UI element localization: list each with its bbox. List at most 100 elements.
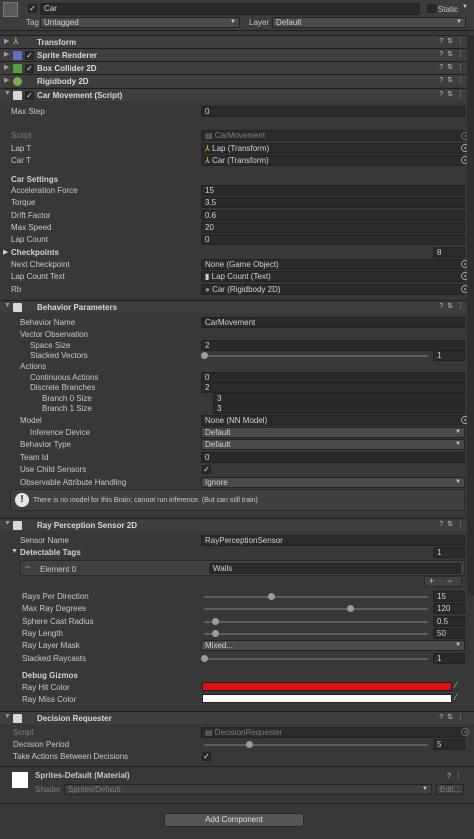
component-menu-icons[interactable]: ?⇅⋮ xyxy=(439,63,468,71)
detectable-tags-label[interactable]: Detectable Tags xyxy=(20,547,81,558)
ray-perception-header[interactable]: ▼ Ray Perception Sensor 2D ?⇅⋮ xyxy=(0,518,474,531)
decision-period-field[interactable]: 5 xyxy=(433,739,465,750)
sprite-renderer-enabled-checkbox[interactable]: ✓ xyxy=(25,51,34,60)
ray-hit-color-swatch[interactable] xyxy=(202,682,452,691)
ray-length-slider[interactable] xyxy=(204,633,428,635)
object-picker-icon[interactable] xyxy=(461,728,469,736)
space-size-field[interactable]: 2 xyxy=(201,340,465,351)
fold-arrow-icon[interactable]: ▶ xyxy=(4,37,9,45)
shader-edit-button[interactable]: Edit... xyxy=(436,784,464,795)
inference-device-dropdown[interactable]: Default ▼ xyxy=(201,427,465,438)
transform-header[interactable]: ▶ ⅄ Transform ?⇅⋮ xyxy=(0,35,474,48)
model-field[interactable]: None (NN Model) xyxy=(201,415,465,426)
rigidbody-header[interactable]: ▶ Rigidbody 2D ?⇅⋮ xyxy=(0,74,474,87)
material-menu-icons[interactable]: ?⋮ xyxy=(447,772,466,780)
sprite-renderer-header[interactable]: ▶ ✓ Sprite Renderer ?⇅⋮ xyxy=(0,48,474,61)
layer-dropdown[interactable]: Default ▼ xyxy=(272,17,466,28)
use-child-sensors-checkbox[interactable]: ✓ xyxy=(202,465,211,474)
component-menu-icons[interactable]: ?⇅⋮ xyxy=(439,713,468,721)
fold-arrow-icon[interactable]: ▶ xyxy=(4,50,9,58)
stacked-vectors-slider[interactable] xyxy=(204,355,428,357)
discrete-branches-field[interactable]: 2 xyxy=(201,382,465,393)
next-checkpoint-field[interactable]: None (Game Object) xyxy=(201,259,465,270)
ray-layer-mask-dropdown[interactable]: Mixed... ▼ xyxy=(201,640,465,651)
ray-miss-color-swatch[interactable] xyxy=(202,694,452,703)
decision-requester-header[interactable]: ▼ Decision Requester ?⇅⋮ xyxy=(0,711,474,724)
branch-1-size-field[interactable]: 3 xyxy=(213,403,465,414)
static-dropdown-icon[interactable]: ▼ xyxy=(462,4,468,10)
rays-per-direction-slider-thumb[interactable] xyxy=(268,593,276,600)
checkpoints-count-field[interactable]: 8 xyxy=(433,247,465,258)
team-id-field[interactable]: 0 xyxy=(201,452,465,463)
sphere-cast-radius-field[interactable]: 0.5 xyxy=(433,616,465,627)
fold-arrow-icon[interactable]: ▼ xyxy=(4,520,11,527)
rb-field[interactable]: ● Car (Rigidbody 2D) xyxy=(201,284,465,295)
eyedropper-icon[interactable]: ⁄ xyxy=(455,681,456,690)
sphere-cast-radius-slider[interactable] xyxy=(204,621,428,623)
remove-element-button[interactable]: − xyxy=(447,577,452,586)
box-collider-header[interactable]: ▶ ✓ Box Collider 2D ?⇅⋮ xyxy=(0,61,474,74)
rays-per-direction-slider[interactable] xyxy=(204,596,428,598)
accel-field[interactable]: 15 xyxy=(201,185,465,196)
max-ray-degrees-slider-thumb[interactable] xyxy=(346,605,354,612)
max-ray-degrees-slider[interactable] xyxy=(204,608,428,610)
lap-t-field[interactable]: ⅄ Lap (Transform) xyxy=(201,143,465,154)
car-movement-enabled-checkbox[interactable]: ✓ xyxy=(25,91,34,100)
max-step-field[interactable]: 0 xyxy=(201,106,465,117)
stacked-vectors-label: Stacked Vectors xyxy=(30,351,88,360)
add-element-button[interactable]: + xyxy=(429,577,434,586)
ray-length-field[interactable]: 50 xyxy=(433,628,465,639)
lap-count-field[interactable]: 0 xyxy=(201,234,465,245)
tag-dropdown[interactable]: Untagged ▼ xyxy=(40,17,240,28)
take-actions-checkbox[interactable]: ✓ xyxy=(202,752,211,761)
decision-period-slider-thumb[interactable] xyxy=(245,741,253,748)
sphere-cast-radius-slider-thumb[interactable] xyxy=(212,618,220,625)
behavior-type-value: Default xyxy=(205,440,231,449)
fold-arrow-icon[interactable]: ▶ xyxy=(4,76,9,84)
checkpoints-label[interactable]: Checkpoints xyxy=(11,247,59,258)
name-field[interactable]: Car xyxy=(40,3,420,15)
add-component-button[interactable]: Add Component xyxy=(164,813,304,827)
scrollbar[interactable] xyxy=(467,35,474,595)
behavior-parameters-header[interactable]: ▼ Behavior Parameters ?⇅⋮ xyxy=(0,300,474,313)
component-menu-icons[interactable]: ?⇅⋮ xyxy=(439,50,468,58)
stacked-vectors-field[interactable]: 1 xyxy=(433,350,465,361)
lap-count-text-field[interactable]: ▮ Lap Count (Text) xyxy=(201,271,465,282)
component-menu-icons[interactable]: ?⇅⋮ xyxy=(439,90,468,98)
max-ray-degrees-field[interactable]: 120 xyxy=(433,603,465,614)
component-menu-icons[interactable]: ?⇅⋮ xyxy=(439,302,468,310)
ray-length-slider-thumb[interactable] xyxy=(212,630,220,637)
behavior-type-dropdown[interactable]: Default ▼ xyxy=(201,439,465,450)
component-menu-icons[interactable]: ?⇅⋮ xyxy=(439,37,468,45)
fold-arrow-icon[interactable]: ▶ xyxy=(4,63,9,71)
detectable-tags-count-field[interactable]: 1 xyxy=(433,547,465,558)
behavior-name-field[interactable]: CarMovement xyxy=(201,317,465,328)
element-0-field[interactable]: Walls xyxy=(209,563,461,574)
observable-attribute-dropdown[interactable]: Ignore ▼ xyxy=(201,477,465,488)
torque-field[interactable]: 3.5 xyxy=(201,197,465,208)
drag-handle-icon[interactable]: ═ xyxy=(25,564,30,571)
stacked-raycasts-slider[interactable] xyxy=(204,658,428,660)
fold-arrow-icon[interactable]: ▶ xyxy=(3,248,8,256)
max-ray-degrees-label: Max Ray Degrees xyxy=(22,604,87,613)
max-speed-field[interactable]: 20 xyxy=(201,222,465,233)
fold-arrow-icon[interactable]: ▼ xyxy=(11,548,18,555)
fold-arrow-icon[interactable]: ▼ xyxy=(4,90,11,97)
fold-arrow-icon[interactable]: ▼ xyxy=(4,713,11,720)
active-checkbox[interactable]: ✓ xyxy=(28,4,37,13)
sensor-name-field[interactable]: RayPerceptionSensor xyxy=(201,535,465,546)
box-collider-enabled-checkbox[interactable]: ✓ xyxy=(25,64,34,73)
rays-per-direction-field[interactable]: 15 xyxy=(433,591,465,602)
stacked-vectors-slider-thumb[interactable] xyxy=(201,352,208,359)
static-checkbox[interactable] xyxy=(427,4,436,13)
decision-period-slider[interactable] xyxy=(204,744,428,746)
fold-arrow-icon[interactable]: ▼ xyxy=(4,302,11,309)
eyedropper-icon[interactable]: ⁄ xyxy=(455,693,456,702)
car-t-field[interactable]: ⅄ Car (Transform) xyxy=(201,155,465,166)
component-menu-icons[interactable]: ?⇅⋮ xyxy=(439,520,468,528)
drift-field[interactable]: 0.6 xyxy=(201,210,465,221)
stacked-raycasts-slider-thumb[interactable] xyxy=(201,655,208,662)
component-menu-icons[interactable]: ?⇅⋮ xyxy=(439,76,468,84)
stacked-raycasts-field[interactable]: 1 xyxy=(433,653,465,664)
car-movement-header[interactable]: ▼ ✓ Car Movement (Script) ?⇅⋮ xyxy=(0,88,474,101)
